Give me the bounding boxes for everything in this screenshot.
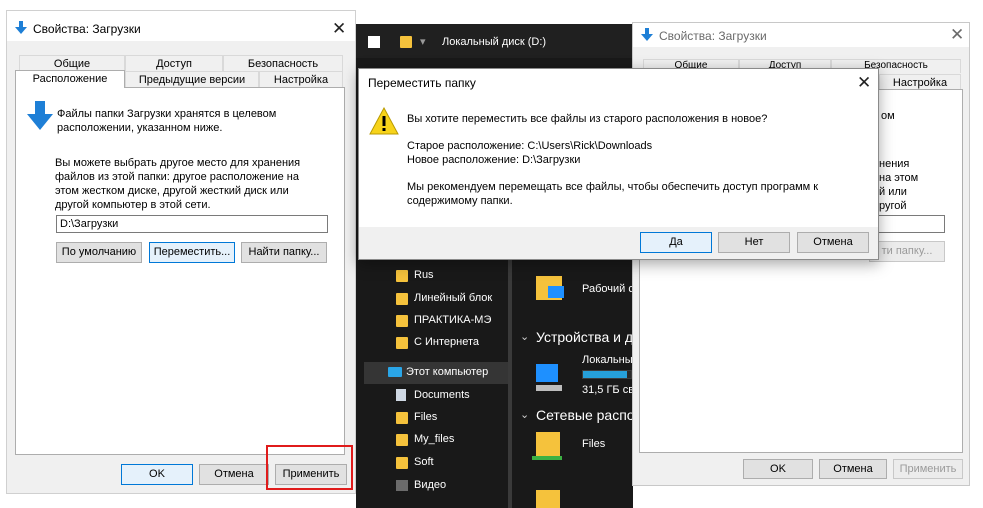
explorer-address: Локальный диск (D:) bbox=[442, 36, 547, 48]
partial-folder-icon bbox=[536, 490, 560, 508]
network-chevron-icon[interactable]: ⌄ bbox=[520, 408, 529, 421]
folder-icon bbox=[396, 293, 408, 305]
fragment-text: ругой bbox=[879, 200, 907, 212]
nav-item-video[interactable]: Видео bbox=[414, 479, 446, 491]
right-path-input[interactable] bbox=[869, 215, 945, 233]
folder-icon bbox=[396, 270, 408, 282]
no-button[interactable]: Нет bbox=[718, 232, 790, 253]
network-heading: Сетевые распо bbox=[536, 407, 633, 423]
new-location-text: Новое расположение: D:\Загрузки bbox=[407, 154, 581, 166]
nav-item-lineblock[interactable]: Линейный блок bbox=[414, 292, 510, 304]
tab-previous-versions[interactable]: Предыдущие версии bbox=[125, 71, 259, 87]
folder-icon bbox=[396, 412, 408, 424]
right-ok-button[interactable]: OK bbox=[743, 459, 813, 479]
tab-location[interactable]: Расположение bbox=[15, 70, 125, 88]
drive-free-space: 31,5 ГБ св bbox=[582, 384, 633, 396]
nav-item-practice[interactable]: ПРАКТИКА-МЭ bbox=[414, 314, 510, 326]
fragment-text: й или bbox=[879, 186, 907, 198]
move-dialog-title: Переместить папку bbox=[368, 76, 476, 90]
location-tab-page bbox=[15, 87, 345, 455]
move-question-text: Вы хотите переместить все файлы из старо… bbox=[407, 113, 768, 125]
desktop-screen-icon bbox=[548, 286, 564, 298]
ok-button[interactable]: OK bbox=[121, 464, 193, 485]
tab-sharing[interactable]: Доступ bbox=[125, 55, 223, 71]
recommendation-text: Мы рекомендуем перемещать все файлы, что… bbox=[407, 181, 819, 207]
old-location-text: Старое расположение: C:\Users\Rick\Downl… bbox=[407, 140, 653, 152]
location-info-text: Файлы папки Загрузки хранятся в целевом … bbox=[57, 108, 277, 134]
tab-general[interactable]: Общие bbox=[19, 55, 125, 71]
checklist-icon[interactable] bbox=[368, 36, 380, 48]
tab-customize[interactable]: Настройка bbox=[259, 71, 343, 87]
folder-icon bbox=[396, 457, 408, 469]
qat-dropdown-icon[interactable]: ▾ bbox=[420, 35, 426, 48]
download-arrow-icon bbox=[15, 21, 27, 34]
warning-icon bbox=[369, 107, 399, 135]
apply-highlight-box bbox=[266, 445, 353, 490]
nav-item-soft[interactable]: Soft bbox=[414, 456, 434, 468]
left-properties-dialog: Свойства: Загрузки ✕ Общие Доступ Безопа… bbox=[6, 10, 356, 494]
nav-item-documents[interactable]: Documents bbox=[414, 389, 470, 401]
yes-button[interactable]: Да bbox=[640, 232, 712, 253]
drive-label[interactable]: Локальны bbox=[582, 354, 633, 366]
nav-item-my-files[interactable]: My_files bbox=[414, 433, 454, 445]
nav-item-internet[interactable]: С Интернета bbox=[414, 336, 479, 348]
video-icon bbox=[396, 480, 408, 491]
documents-icon bbox=[396, 389, 406, 401]
left-dialog-title: Свойства: Загрузки bbox=[33, 22, 141, 36]
nav-item-files[interactable]: Files bbox=[414, 411, 437, 423]
right-close-icon[interactable]: ✕ bbox=[950, 26, 964, 43]
folder-icon bbox=[396, 337, 408, 349]
default-button[interactable]: По умолчанию bbox=[56, 242, 142, 263]
folder-icon bbox=[396, 434, 408, 446]
location-path-input[interactable]: D:\Загрузки bbox=[56, 215, 328, 233]
computer-icon bbox=[388, 367, 402, 377]
nav-scrollbar[interactable] bbox=[508, 260, 512, 508]
network-cable-icon bbox=[532, 456, 562, 460]
move-folder-dialog: Переместить папку ✕ Вы хотите переместит… bbox=[358, 68, 879, 260]
left-close-icon[interactable]: ✕ bbox=[332, 20, 346, 37]
windows-drive-icon bbox=[536, 364, 558, 382]
drive-usage-fill bbox=[583, 371, 627, 378]
nav-item-rus[interactable]: Rus bbox=[414, 269, 434, 281]
big-download-arrow-icon bbox=[27, 101, 53, 130]
drive-body-icon bbox=[536, 385, 562, 391]
network-folder-icon bbox=[536, 432, 560, 456]
devices-heading: Устройства и д bbox=[536, 329, 633, 345]
find-folder-button[interactable]: Найти папку... bbox=[241, 242, 327, 263]
devices-chevron-icon[interactable]: ⌄ bbox=[520, 330, 529, 343]
cancel-button[interactable]: Отмена bbox=[199, 464, 269, 485]
tab-customize[interactable]: Настройка bbox=[879, 74, 961, 90]
right-apply-button[interactable]: Применить bbox=[893, 459, 963, 479]
fragment-text: на этом bbox=[879, 172, 919, 184]
right-cancel-button[interactable]: Отмена bbox=[819, 459, 887, 479]
choose-location-text: Вы можете выбрать другое место для хране… bbox=[55, 157, 301, 211]
folder-icon bbox=[396, 315, 408, 327]
move-cancel-button[interactable]: Отмена bbox=[797, 232, 869, 253]
nav-item-this-pc[interactable]: Этот компьютер bbox=[406, 366, 488, 378]
fragment-text: нения bbox=[879, 158, 910, 170]
title-folder-icon bbox=[400, 36, 412, 48]
right-dialog-title: Свойства: Загрузки bbox=[659, 29, 767, 43]
desktop-label[interactable]: Рабочий с bbox=[582, 283, 633, 295]
tab-security[interactable]: Безопасность bbox=[223, 55, 343, 71]
move-close-icon[interactable]: ✕ bbox=[857, 74, 871, 91]
fragment-text: ом bbox=[881, 110, 895, 122]
download-arrow-icon bbox=[641, 28, 653, 41]
move-button[interactable]: Переместить... bbox=[149, 242, 235, 263]
right-find-folder-button[interactable]: ти папку... bbox=[869, 241, 945, 262]
network-files-label[interactable]: Files bbox=[582, 438, 605, 450]
